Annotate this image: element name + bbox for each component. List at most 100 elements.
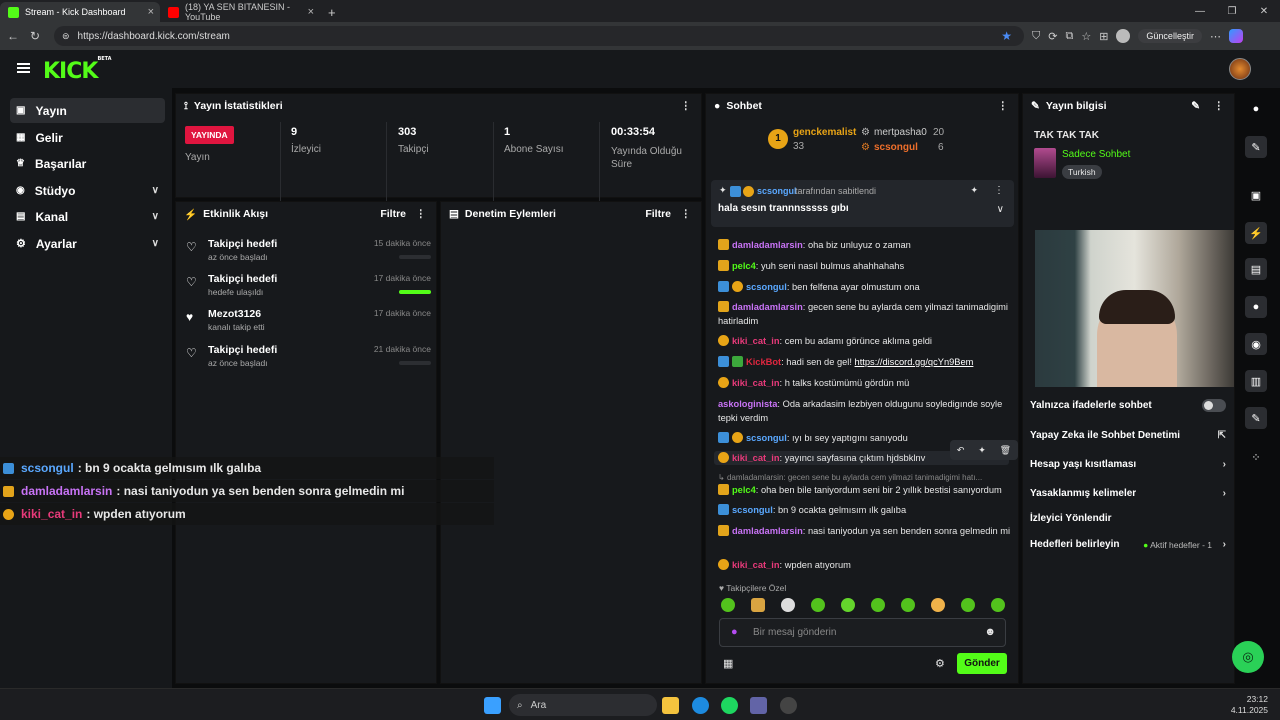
emote-icon[interactable] xyxy=(781,598,795,612)
chat-input[interactable]: ● Bir mesaj gönderin ☻ xyxy=(719,618,1006,647)
help-button[interactable]: ◎ xyxy=(1232,641,1264,673)
reply-icon[interactable]: ↶ xyxy=(957,445,965,456)
shield-icon[interactable]: ⛉ xyxy=(1032,30,1040,43)
category-thumbnail[interactable] xyxy=(1034,148,1056,178)
chevron-right-icon[interactable]: › xyxy=(1223,488,1226,499)
back-icon[interactable]: ← xyxy=(2,29,24,43)
unpin-icon[interactable]: ✦ xyxy=(970,185,978,196)
kick-logo[interactable]: KICKBETA xyxy=(43,56,112,84)
favorite-star-icon[interactable]: ★ xyxy=(1001,29,1012,43)
emote-icon[interactable] xyxy=(901,598,915,612)
sidebar-item-ayarlar[interactable]: ⚙ Ayarlar ∨ xyxy=(10,231,165,256)
chat-username[interactable]: damladamlarsin xyxy=(732,240,803,250)
gear-icon[interactable]: ⚙ xyxy=(935,657,945,670)
close-tab-icon[interactable]: × xyxy=(308,6,314,18)
chat-message[interactable]: pelc4: yuh seni nasıl bulmus ahahhahahs xyxy=(718,259,1013,273)
more-options-icon[interactable]: ⋮ xyxy=(681,208,692,220)
activity-item[interactable]: ♥ Mezot3126 kanalı takip etti 17 dakika … xyxy=(186,308,431,338)
clock[interactable]: 23:12 4.11.2025 xyxy=(1231,694,1268,716)
close-tab-icon[interactable]: × xyxy=(148,6,154,18)
chat-message[interactable]: KickBot: hadi sen de gel! https://discor… xyxy=(718,355,1013,369)
browser-tab-kick[interactable]: Stream - Kick Dashboard × xyxy=(0,2,160,22)
top-gifter-name[interactable]: genckemalist xyxy=(793,127,856,138)
site-info-icon[interactable]: ⊜ xyxy=(62,31,70,42)
browser-tab-youtube[interactable]: (18) YA SEN BITANESIN - YouTube × xyxy=(160,2,320,22)
chevron-down-icon[interactable]: ∨ xyxy=(152,211,159,222)
emote-icon[interactable] xyxy=(841,598,855,612)
more-options-icon[interactable]: ⋮ xyxy=(1214,100,1225,112)
sidebar-item-gelir[interactable]: ▦ Gelir xyxy=(10,125,165,150)
sidebar-item-kanal[interactable]: ▤ Kanal ∨ xyxy=(10,204,165,229)
activity-item[interactable]: ♡ Takipçi hedefi az önce başladı 15 daki… xyxy=(186,238,431,268)
extension-icon[interactable]: ⟳ xyxy=(1048,30,1057,43)
chat-message[interactable]: kiki_cat_in: h talks kostümümü gördün mü xyxy=(718,376,1013,390)
more-options-icon[interactable]: ⋮ xyxy=(416,208,427,220)
external-link-icon[interactable]: ⇱ xyxy=(1218,430,1226,441)
emote-icon[interactable] xyxy=(751,598,765,612)
user-avatar[interactable] xyxy=(1229,58,1251,80)
chat-username[interactable]: scsongul xyxy=(732,505,773,515)
chat-message[interactable]: scsongul: ben felfena ayar olmustum ona xyxy=(718,280,1013,294)
activity-item[interactable]: ♡ Takipçi hedefi az önce başladı 21 daki… xyxy=(186,344,431,374)
top-gifter-name[interactable]: scsongul xyxy=(874,142,918,153)
chat-message[interactable]: kiki_cat_in: wpden atıyorum xyxy=(718,558,1013,572)
taskbar-search[interactable]: ⌕ Ara xyxy=(509,694,657,716)
windows-start-icon[interactable] xyxy=(484,697,501,714)
edge-icon[interactable] xyxy=(692,697,709,714)
filter-button[interactable]: Filtre xyxy=(380,208,406,220)
profile-avatar[interactable] xyxy=(1116,29,1131,43)
raid-setting[interactable]: İzleyici Yönlendir xyxy=(1030,513,1226,524)
document-icon[interactable]: ▤ xyxy=(1245,258,1267,280)
pin-icon[interactable]: ✦ xyxy=(978,445,986,456)
more-tools-icon[interactable]: ⁘ xyxy=(1245,446,1267,468)
emote-icon[interactable] xyxy=(991,598,1005,612)
chat-message[interactable]: damladamlarsin: nasi taniyodun ya sen be… xyxy=(718,524,1013,538)
goals-setting[interactable]: Hedefleri belirleyin ● Aktif hedefler - … xyxy=(1030,539,1226,550)
chat-message[interactable]: askologinista: Oda arkadasim lezbiyen ol… xyxy=(718,397,1013,425)
chat-message[interactable]: damladamlarsin: gecen sene bu aylarda ce… xyxy=(718,300,1013,328)
new-tab-button[interactable]: + xyxy=(320,2,346,22)
chat-username[interactable]: KickBot xyxy=(746,357,781,367)
copilot-icon[interactable] xyxy=(1228,29,1243,43)
chat-username[interactable]: kiki_cat_in xyxy=(732,378,780,388)
chat-message[interactable]: kiki_cat_in: cem bu adamı görünce aklıma… xyxy=(718,334,1013,348)
chat-username[interactable]: pelc4 xyxy=(732,261,756,271)
chevron-down-icon[interactable]: ∨ xyxy=(152,238,159,249)
send-button[interactable]: Gönder xyxy=(957,653,1007,674)
chat-link[interactable]: https://discord.gg/qcYn9Bem xyxy=(855,357,974,367)
sidebar-item-studyo[interactable]: ◉ Stüdyo ∨ xyxy=(10,178,165,203)
toggle-switch[interactable] xyxy=(1202,399,1226,412)
update-button[interactable]: Güncelleştir xyxy=(1138,29,1202,43)
account-age-setting[interactable]: Hesap yaşı kısıtlaması › xyxy=(1030,459,1226,470)
pinned-message[interactable]: ✦ scsongul tarafından sabitlendi ✦ ⋮ hal… xyxy=(711,180,1014,227)
maximize-icon[interactable]: ❐ xyxy=(1216,0,1248,22)
chevron-down-icon[interactable]: ∨ xyxy=(997,204,1004,215)
edit-icon[interactable]: ✎ xyxy=(1245,136,1267,158)
reload-icon[interactable]: ↻ xyxy=(24,29,46,43)
chat-message[interactable]: damladamlarsin: oha biz unluyuz o zaman xyxy=(718,238,1013,252)
chat-username[interactable]: kiki_cat_in xyxy=(732,453,780,463)
filter-button[interactable]: Filtre xyxy=(645,208,671,220)
obs-icon[interactable] xyxy=(780,697,797,714)
screenshot-icon[interactable]: ▣ xyxy=(1245,184,1267,206)
edit-icon[interactable]: ✎ xyxy=(1191,100,1200,112)
trash-icon[interactable]: 🗑 xyxy=(1000,445,1011,456)
chat-username[interactable]: pelc4 xyxy=(732,485,756,495)
more-menu-icon[interactable]: ⋯ xyxy=(1210,30,1221,43)
file-explorer-icon[interactable] xyxy=(662,697,679,714)
microphone-icon[interactable]: ● xyxy=(731,626,738,638)
chat-username[interactable]: scsongul xyxy=(746,433,787,443)
emote-icon[interactable] xyxy=(931,598,945,612)
banned-words-setting[interactable]: Yasaklanmış kelimeler › xyxy=(1030,488,1226,499)
more-options-icon[interactable]: ⋮ xyxy=(681,100,692,112)
chat-username[interactable]: askologinista xyxy=(718,399,777,409)
emote-icon[interactable] xyxy=(871,598,885,612)
lightning-icon[interactable]: ⚡ xyxy=(1245,222,1267,244)
broadcast-icon[interactable]: ◉ xyxy=(1245,333,1267,355)
more-options-icon[interactable]: ⋮ xyxy=(998,100,1009,112)
chevron-down-icon[interactable]: ∨ xyxy=(152,185,159,196)
chevron-right-icon[interactable]: › xyxy=(1223,459,1226,470)
store-icon[interactable]: ▦ xyxy=(723,657,733,670)
ai-moderation-setting[interactable]: Yapay Zeka ile Sohbet Denetimi ⇱ xyxy=(1030,430,1226,441)
chat-username[interactable]: kiki_cat_in xyxy=(732,336,780,346)
